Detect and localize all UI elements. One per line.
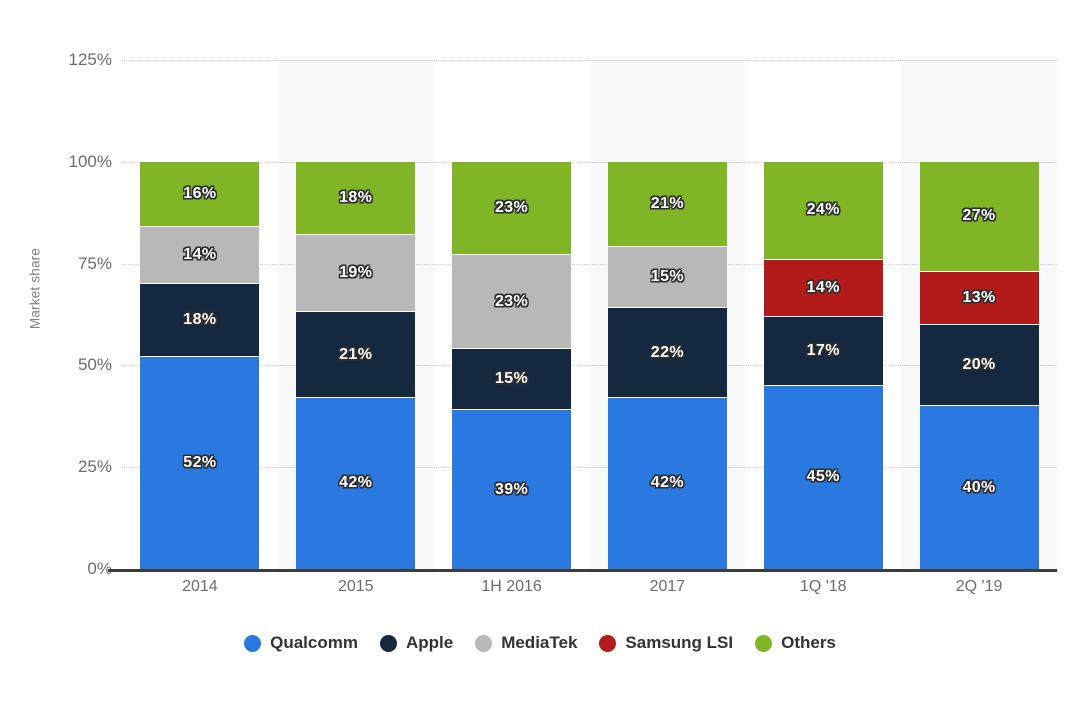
gridline — [122, 467, 1057, 469]
bar-segment[interactable]: 14% — [140, 226, 260, 284]
legend-item[interactable]: MediaTek — [475, 633, 577, 653]
bar-segment[interactable]: 19% — [296, 235, 416, 313]
y-axis-tick-label: 25% — [77, 457, 112, 477]
legend-color-swatch-icon — [475, 634, 493, 652]
bar-segment[interactable]: 21% — [607, 161, 727, 248]
bar-segment[interactable]: 13% — [919, 271, 1039, 325]
bar-stack[interactable]: 45% 17% 14% 24% — [763, 60, 883, 569]
bar-segment[interactable]: 15% — [452, 349, 572, 411]
legend-color-swatch-icon — [244, 634, 262, 652]
legend-label: Samsung LSI — [625, 633, 734, 652]
x-axis-tick-label: 1H 2016 — [481, 578, 542, 595]
bar-stack[interactable]: 42% 21% 19% 18% — [296, 60, 416, 569]
y-axis-tick-label: 75% — [77, 253, 112, 273]
bar-segment-label: 15% — [650, 268, 685, 286]
legend-item[interactable]: Others — [755, 633, 836, 653]
legend-color-swatch-icon — [755, 634, 773, 652]
bar-segment[interactable]: 45% — [763, 385, 883, 569]
bar-segment[interactable]: 52% — [140, 357, 260, 569]
bar-segment-label: 24% — [806, 201, 840, 219]
bar-segment-label: 45% — [806, 468, 840, 486]
gridline — [122, 161, 1057, 163]
bar-segment-label: 17% — [806, 341, 840, 359]
y-axis-tick-label: 125% — [68, 50, 112, 69]
bar-segment[interactable]: 27% — [919, 161, 1039, 272]
bar-segment-label: 18% — [339, 188, 373, 206]
bar-segment-label: 21% — [339, 345, 373, 363]
x-axis-tick-label: 2014 — [182, 578, 218, 595]
bar-segment[interactable]: 18% — [140, 283, 260, 358]
x-axis-line — [108, 569, 1057, 572]
bar-segment[interactable]: 18% — [296, 161, 416, 236]
bar-segment[interactable]: 20% — [919, 324, 1039, 407]
bar-segment-label: 19% — [339, 264, 373, 282]
bar-segment-label: 40% — [962, 478, 996, 496]
bar-segment[interactable]: 40% — [919, 406, 1039, 569]
bar-segment-label: 16% — [183, 184, 217, 202]
y-axis-tick-label: 50% — [77, 355, 112, 375]
x-axis-tick-label: 2Q '19 — [955, 578, 1003, 595]
bar-segment-label: 20% — [962, 355, 996, 373]
bar-segment-label: 27% — [962, 207, 996, 225]
bar-segment-label: 18% — [183, 311, 217, 329]
y-axis-tick-label: 100% — [68, 151, 112, 171]
bar-segment[interactable]: 24% — [763, 161, 883, 260]
bar-segment-label: 42% — [339, 474, 373, 492]
bar-segment[interactable]: 15% — [607, 247, 727, 309]
legend-item[interactable]: Qualcomm — [244, 633, 358, 653]
gridline — [122, 365, 1057, 367]
legend-label: MediaTek — [501, 633, 578, 652]
bar-segment[interactable]: 23% — [452, 161, 572, 256]
x-axis-tick-label: 2015 — [337, 578, 374, 595]
bar-segment[interactable]: 14% — [763, 259, 883, 317]
bar-segment[interactable]: 21% — [296, 312, 416, 398]
bar-segment[interactable]: 22% — [607, 308, 727, 398]
legend-label: Others — [781, 633, 836, 652]
bar-segment-label: 39% — [494, 480, 529, 498]
bar-segment[interactable]: 23% — [452, 255, 572, 350]
y-axis-tick-labels: 0% 25% 50% 75% 100% 125% — [0, 0, 112, 709]
bar-segment-label: 23% — [494, 199, 529, 217]
bar-segment-label: 22% — [650, 343, 685, 361]
bar-segment-label: 23% — [494, 292, 529, 310]
bar-stack[interactable]: 40% 20% 13% 27% — [919, 60, 1039, 569]
bar-segment[interactable]: 42% — [296, 397, 416, 569]
bar-segment-label: 14% — [183, 245, 217, 263]
bar-segment-label: 13% — [962, 288, 996, 306]
bar-segment[interactable]: 17% — [763, 316, 883, 386]
bar-segment-label: 15% — [494, 370, 529, 388]
chart-legend: Qualcomm Apple MediaTek Samsung LSI Others — [0, 633, 1080, 653]
x-axis-tick-label: 1Q '18 — [799, 578, 847, 595]
bar-stack[interactable]: 52% 18% 14% 16% — [140, 60, 260, 569]
bar-segment-label: 21% — [650, 195, 685, 213]
plot-area: 52% 18% 14% 16% 42% 21% 19% 18% 39% 15% 23% 23% 42% 2… — [108, 60, 1057, 572]
legend-color-swatch-icon — [379, 634, 397, 652]
gridline — [122, 263, 1057, 265]
x-axis-tick-label: 2017 — [649, 578, 686, 595]
bar-stack[interactable]: 42% 22% 15% 21% — [607, 60, 727, 569]
legend-color-swatch-icon — [599, 634, 617, 652]
bar-segment[interactable]: 16% — [140, 161, 260, 227]
y-axis-tick-label: 0% — [87, 559, 112, 578]
bar-segment[interactable]: 39% — [452, 410, 572, 569]
bar-segment-label: 42% — [650, 474, 685, 492]
gridline — [122, 60, 1057, 61]
bar-segment[interactable]: 42% — [607, 397, 727, 569]
bar-segment-label: 52% — [183, 454, 217, 472]
bar-segment-label: 14% — [806, 278, 840, 296]
legend-label: Qualcomm — [270, 633, 358, 652]
stacked-bar-chart: Market share 0% 25% 50% 75% 100% 125% 52% 18% 1… — [0, 0, 1080, 709]
bar-stack[interactable]: 39% 15% 23% 23% — [452, 60, 572, 569]
legend-item[interactable]: Apple — [379, 633, 454, 653]
legend-label: Apple — [405, 633, 454, 652]
legend-item[interactable]: Samsung LSI — [599, 633, 733, 653]
